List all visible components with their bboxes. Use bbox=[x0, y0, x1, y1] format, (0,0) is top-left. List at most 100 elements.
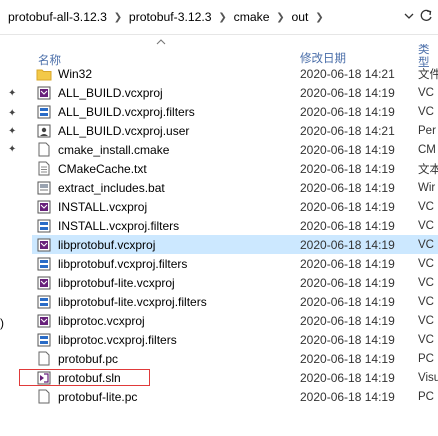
chevron-right-icon[interactable]: ❯ bbox=[272, 12, 290, 23]
file-type: CM bbox=[418, 143, 436, 156]
file-date: 2020-06-18 14:19 bbox=[300, 180, 395, 195]
chevron-right-icon[interactable]: ❯ bbox=[214, 12, 232, 23]
file-name: protobuf.pc bbox=[58, 351, 119, 366]
file-type: VC bbox=[418, 238, 434, 251]
breadcrumb-item[interactable]: out bbox=[290, 10, 311, 24]
file-name: ALL_BUILD.vcxproj bbox=[58, 85, 163, 100]
vcxproj-icon bbox=[36, 275, 52, 291]
file-row[interactable]: ALL_BUILD.vcxproj 2020-06-18 14:19 VC bbox=[32, 83, 438, 102]
breadcrumb-item[interactable]: cmake bbox=[232, 10, 272, 24]
file-name: protobuf-lite.pc bbox=[58, 389, 138, 404]
file-name: libprotobuf-lite.vcxproj bbox=[58, 275, 175, 290]
folder-icon bbox=[36, 66, 52, 82]
file-date: 2020-06-18 14:19 bbox=[300, 218, 395, 233]
file-type: VC bbox=[418, 257, 434, 270]
navigation-pane-edge-mark: ) bbox=[0, 316, 4, 330]
sort-up-icon bbox=[156, 38, 166, 45]
file-row[interactable]: cmake_install.cmake 2020-06-18 14:19 CM bbox=[32, 140, 438, 159]
text-file-icon bbox=[36, 161, 52, 177]
pin-icon[interactable]: ✦ bbox=[8, 108, 16, 119]
file-name: Win32 bbox=[58, 66, 93, 81]
file-name: libprotoc.vcxproj.filters bbox=[58, 332, 177, 347]
file-date: 2020-06-18 14:21 bbox=[300, 123, 395, 138]
file-name: INSTALL.vcxproj.filters bbox=[58, 218, 180, 233]
file-date: 2020-06-18 14:19 bbox=[300, 85, 395, 100]
pin-icon[interactable]: ✦ bbox=[8, 126, 16, 137]
file-type: VC bbox=[418, 105, 434, 118]
file-row[interactable]: ALL_BUILD.vcxproj.user 2020-06-18 14:21 … bbox=[32, 121, 438, 140]
column-header-bar bbox=[0, 34, 438, 64]
file-type: Wir bbox=[418, 181, 436, 194]
file-row[interactable]: libprotobuf-lite.vcxproj.filters 2020-06… bbox=[32, 292, 438, 311]
breadcrumb-item[interactable]: protobuf-3.12.3 bbox=[127, 10, 214, 24]
file-row[interactable]: ALL_BUILD.vcxproj.filters 2020-06-18 14:… bbox=[32, 102, 438, 121]
breadcrumb: protobuf-all-3.12.3 ❯ protobuf-3.12.3 ❯ … bbox=[6, 8, 328, 26]
filters-icon bbox=[36, 104, 52, 120]
file-row[interactable]: extract_includes.bat 2020-06-18 14:19 Wi… bbox=[32, 178, 438, 197]
file-date: 2020-06-18 14:19 bbox=[300, 275, 395, 290]
file-date: 2020-06-18 14:19 bbox=[300, 389, 395, 404]
file-row[interactable]: libprotoc.vcxproj 2020-06-18 14:19 VC bbox=[32, 311, 438, 330]
file-row[interactable]: protobuf-lite.pc 2020-06-18 14:19 PC bbox=[32, 387, 438, 406]
pin-icon[interactable]: ✦ bbox=[8, 88, 16, 99]
file-type: VC bbox=[418, 314, 434, 327]
breadcrumb-item[interactable]: protobuf-all-3.12.3 bbox=[6, 10, 109, 24]
file-date: 2020-06-18 14:19 bbox=[300, 142, 395, 157]
chevron-right-icon[interactable]: ❯ bbox=[109, 12, 127, 23]
file-date: 2020-06-18 14:19 bbox=[300, 237, 395, 252]
file-name: libprotobuf-lite.vcxproj.filters bbox=[58, 294, 207, 309]
chevron-down-icon[interactable] bbox=[402, 9, 416, 23]
filters-icon bbox=[36, 332, 52, 348]
file-type: VC bbox=[418, 333, 434, 346]
file-row[interactable]: Win32 2020-06-18 14:21 文件 bbox=[32, 64, 438, 83]
file-name: INSTALL.vcxproj bbox=[58, 199, 148, 214]
pin-icon[interactable]: ✦ bbox=[8, 144, 16, 155]
file-type: VC bbox=[418, 86, 434, 99]
file-name: libprotobuf.vcxproj.filters bbox=[58, 256, 188, 271]
blank-file-icon bbox=[36, 389, 52, 405]
filters-icon bbox=[36, 294, 52, 310]
blank-file-icon bbox=[36, 351, 52, 367]
batch-file-icon bbox=[36, 180, 52, 196]
file-row[interactable]: libprotoc.vcxproj.filters 2020-06-18 14:… bbox=[32, 330, 438, 349]
chevron-right-icon[interactable]: ❯ bbox=[310, 12, 328, 23]
file-name: libprotobuf.vcxproj bbox=[58, 237, 156, 252]
file-type: Visu bbox=[418, 371, 438, 384]
file-date: 2020-06-18 14:19 bbox=[300, 332, 395, 347]
file-type: PC bbox=[418, 352, 434, 365]
file-row-highlighted[interactable]: protobuf.sln 2020-06-18 14:19 Visu bbox=[19, 368, 438, 387]
file-date: 2020-06-18 14:19 bbox=[300, 104, 395, 119]
vcxproj-icon bbox=[36, 85, 52, 101]
filters-icon bbox=[36, 218, 52, 234]
file-row[interactable]: protobuf.pc 2020-06-18 14:19 PC bbox=[32, 349, 438, 368]
file-name: libprotoc.vcxproj bbox=[58, 313, 145, 328]
file-type: PC bbox=[418, 390, 434, 403]
file-row[interactable]: INSTALL.vcxproj 2020-06-18 14:19 VC bbox=[32, 197, 438, 216]
file-date: 2020-06-18 14:19 bbox=[300, 256, 395, 271]
file-row[interactable]: libprotobuf.vcxproj.filters 2020-06-18 1… bbox=[32, 254, 438, 273]
vcxproj-icon bbox=[36, 313, 52, 329]
file-type: VC bbox=[418, 276, 434, 289]
file-row[interactable]: CMakeCache.txt 2020-06-18 14:19 文本 bbox=[32, 159, 438, 178]
file-date: 2020-06-18 14:19 bbox=[300, 199, 395, 214]
navigation-pane-edge: ✦ ✦ ✦ ✦ bbox=[0, 64, 32, 364]
file-date: 2020-06-18 14:19 bbox=[300, 370, 395, 385]
file-type: 文件 bbox=[418, 68, 438, 81]
file-type: 文本 bbox=[418, 163, 438, 176]
file-date: 2020-06-18 14:19 bbox=[300, 313, 395, 328]
file-name: protobuf.sln bbox=[58, 370, 121, 385]
file-date: 2020-06-18 14:21 bbox=[300, 66, 395, 81]
file-row[interactable]: libprotobuf-lite.vcxproj 2020-06-18 14:1… bbox=[32, 273, 438, 292]
file-name: extract_includes.bat bbox=[58, 180, 165, 195]
user-file-icon bbox=[36, 123, 52, 139]
vcxproj-icon bbox=[36, 199, 52, 215]
file-date: 2020-06-18 14:19 bbox=[300, 161, 395, 176]
refresh-icon[interactable] bbox=[418, 8, 434, 24]
file-row-selected[interactable]: libprotobuf.vcxproj 2020-06-18 14:19 VC bbox=[32, 235, 438, 254]
file-row[interactable]: INSTALL.vcxproj.filters 2020-06-18 14:19… bbox=[32, 216, 438, 235]
file-type: VC bbox=[418, 219, 434, 232]
vcxproj-icon bbox=[36, 237, 52, 253]
address-bar[interactable]: protobuf-all-3.12.3 ❯ protobuf-3.12.3 ❯ … bbox=[0, 0, 438, 35]
file-type: Per bbox=[418, 124, 436, 137]
file-name: cmake_install.cmake bbox=[58, 142, 170, 157]
